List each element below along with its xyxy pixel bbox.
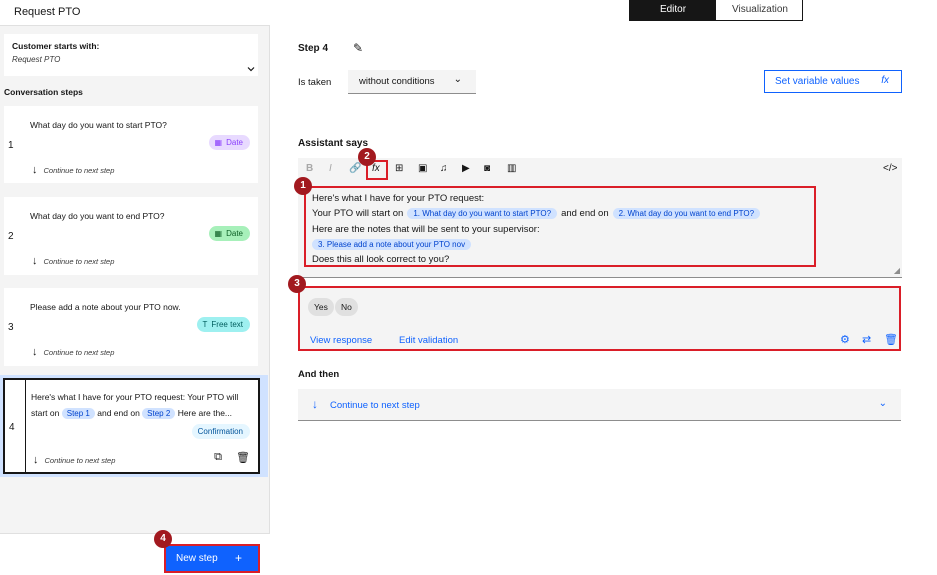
function-icon: fx: [881, 75, 889, 86]
swap-icon[interactable]: ⇄: [862, 333, 871, 346]
response-line: Your PTO will start on 1. What day do you…: [312, 208, 764, 219]
iframe-icon[interactable]: ◙: [484, 163, 490, 174]
bold-icon[interactable]: B: [306, 163, 313, 174]
view-tabs: Editor Visualization: [629, 0, 803, 21]
response-line: Does this all look correct to you?: [312, 254, 450, 265]
arrow-down-icon: ↓: [32, 164, 38, 176]
chevron-down-icon: ⌄: [878, 398, 887, 409]
resize-handle-icon[interactable]: ◢: [894, 266, 900, 275]
link-icon[interactable]: 🔗: [349, 163, 361, 174]
is-taken-label: Is taken: [298, 77, 332, 88]
continue-to-next-step: ↓ Continue to next step: [32, 164, 115, 176]
trash-icon[interactable]: 🗑: [884, 333, 898, 346]
view-response-link[interactable]: View response: [310, 335, 372, 346]
step-text: What day do you want to end PTO?: [30, 211, 165, 221]
continue-to-next-step: ↓ Continue to next step: [32, 255, 115, 267]
step-number: 3: [8, 322, 14, 333]
customer-starts-value: Request PTO: [12, 55, 61, 64]
arrow-down-icon: ↓: [32, 346, 38, 358]
conversation-steps-panel: Request PTO Customer starts with: Reques…: [0, 0, 270, 575]
calendar-icon: ▦: [214, 138, 223, 147]
edit-icon[interactable]: ✎: [353, 41, 363, 55]
variable-chip[interactable]: 3. Please add a note about your PTO nov: [312, 239, 472, 250]
arrow-down-icon: ↓: [312, 397, 318, 411]
variable-chip[interactable]: 1. What day do you want to start PTO?: [407, 208, 558, 219]
calendar-icon: ▦: [214, 229, 223, 238]
step-actions: ⧉ 🗑: [214, 451, 250, 464]
tab-visualization[interactable]: Visualization: [716, 0, 804, 20]
step-number: 1: [8, 140, 14, 151]
variable-chip[interactable]: 2. What day do you want to end PTO?: [612, 208, 761, 219]
code-icon[interactable]: </>: [883, 163, 897, 174]
step-reference-chip: Step 1: [61, 408, 95, 419]
step-badge: ▦ Date: [208, 135, 250, 150]
response-options: Yes No View response Edit validation ⚙ ⇄…: [298, 286, 901, 351]
customer-starts-with-box[interactable]: Customer starts with: Request PTO: [4, 34, 258, 76]
chevron-down-icon[interactable]: [246, 64, 256, 74]
chevron-down-icon: ⌄: [453, 74, 462, 85]
callout-badge: 2: [358, 148, 376, 166]
settings-icon[interactable]: ⚙: [840, 333, 850, 346]
plus-icon: +: [234, 551, 242, 565]
columns-icon[interactable]: ▥: [507, 163, 516, 174]
step-title: Step 4: [298, 43, 329, 54]
and-then-label: And then: [298, 369, 340, 380]
response-line: Here are the notes that will be sent to …: [312, 224, 540, 235]
continue-to-next-step: ↓ Continue to next step: [32, 346, 115, 358]
step-number: 4: [9, 422, 15, 433]
set-variable-values-label: Set variable values: [775, 76, 860, 87]
callout-badge: 3: [288, 275, 306, 293]
trash-icon[interactable]: 🗑: [236, 451, 250, 464]
action-title[interactable]: Request PTO: [14, 6, 80, 18]
step-badge: T Free text: [196, 317, 250, 332]
tab-editor[interactable]: Editor: [630, 0, 716, 20]
rich-text-toolbar: B I 🔗 fx ⊞ ▣ ♫ ▶ ◙ ▥ </>: [298, 158, 902, 180]
callout-badge: 1: [294, 177, 312, 195]
set-variable-values-button[interactable]: Set variable values fx: [764, 70, 902, 93]
video-icon[interactable]: ▶: [462, 163, 470, 174]
step-card-1[interactable]: 1 What day do you want to start PTO? ▦ Da…: [4, 106, 258, 183]
new-step-label: New step: [176, 553, 218, 564]
arrow-down-icon: ↓: [33, 454, 39, 466]
duplicate-icon[interactable]: ⧉: [214, 451, 222, 464]
option-yes[interactable]: Yes: [308, 298, 334, 316]
condition-select[interactable]: without conditions ⌄: [348, 70, 476, 94]
action-title-bar: Request PTO: [0, 0, 270, 26]
audio-icon[interactable]: ♫: [440, 163, 448, 174]
step-card-4[interactable]: 4 Here's what I have for your PTO reques…: [3, 378, 260, 474]
text-icon: T: [202, 320, 208, 329]
next-step-select[interactable]: ↓ Continue to next step ⌄: [298, 389, 901, 421]
condition-value: without conditions: [359, 76, 435, 87]
step-card-3[interactable]: 3 Please add a note about your PTO now. …: [4, 288, 258, 366]
response-line: 3. Please add a note about your PTO nov: [312, 239, 475, 250]
variable-icon[interactable]: ⊞: [395, 163, 403, 174]
step-text: What day do you want to start PTO?: [30, 120, 167, 130]
step-reference-chip: Step 2: [142, 408, 176, 419]
step-card-2[interactable]: 2 What day do you want to end PTO? ▦ Date…: [4, 197, 258, 275]
conversation-steps-heading: Conversation steps: [4, 87, 83, 97]
arrow-down-icon: ↓: [32, 255, 38, 267]
callout-badge: 4: [154, 530, 172, 548]
image-icon[interactable]: ▣: [418, 163, 427, 174]
continue-to-next-step: ↓ Continue to next step: [33, 454, 116, 466]
new-step-button[interactable]: New step +: [164, 544, 260, 573]
step-text: Here's what I have for your PTO request:…: [31, 392, 239, 419]
response-text[interactable]: Here's what I have for your PTO request:…: [304, 186, 816, 267]
edit-validation-link[interactable]: Edit validation: [399, 335, 458, 346]
response-line: Here's what I have for your PTO request:: [312, 193, 485, 204]
step-text: Please add a note about your PTO now.: [30, 302, 181, 312]
italic-icon[interactable]: I: [329, 163, 332, 174]
next-step-value: Continue to next step: [330, 400, 420, 411]
step-badge: ▦ Date: [208, 226, 250, 241]
assistant-says-label: Assistant says: [298, 138, 369, 149]
customer-starts-label: Customer starts with:: [12, 41, 100, 51]
step-badge: Confirmation: [191, 424, 250, 439]
step-number: 2: [8, 231, 14, 242]
option-no[interactable]: No: [335, 298, 358, 316]
